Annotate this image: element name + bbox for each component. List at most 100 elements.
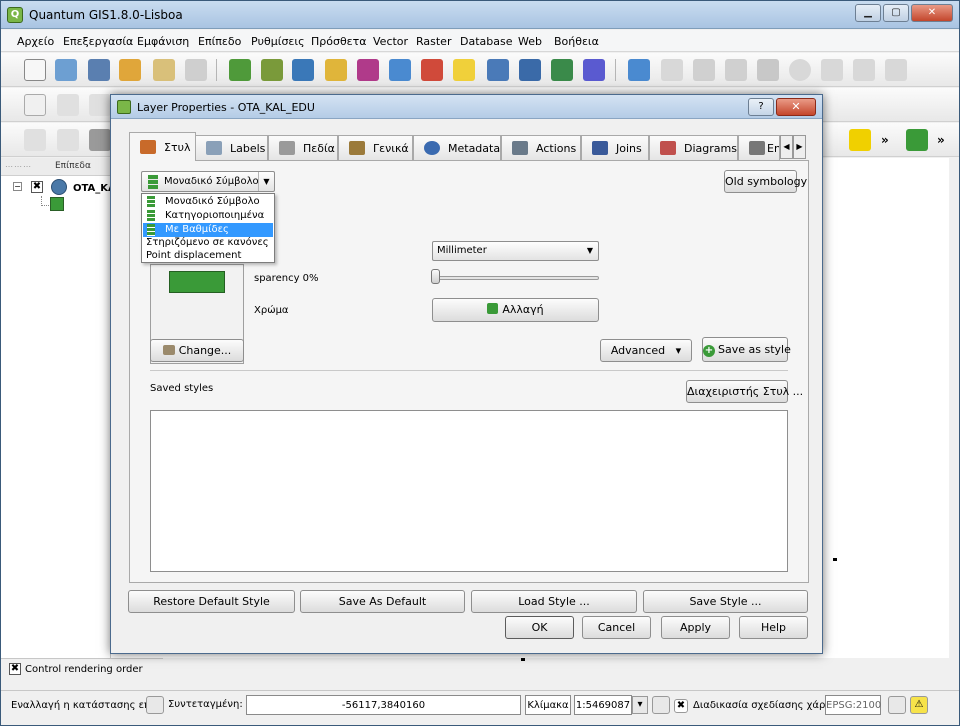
add-wms-layer-icon[interactable]: [389, 59, 411, 81]
renderer-option-graduated[interactable]: Με Βαθμίδες: [143, 223, 273, 237]
apply-button[interactable]: Apply: [661, 616, 730, 639]
style-manager-button[interactable]: Διαχειριστής Στυλ ...: [686, 380, 803, 403]
tab-general[interactable]: Γενικά: [338, 135, 413, 160]
dropdown-arrow-icon[interactable]: ▼: [582, 242, 598, 260]
tab-diagrams[interactable]: Diagrams: [649, 135, 738, 160]
save-edits-icon[interactable]: [661, 59, 683, 81]
new-shapefile-icon[interactable]: [453, 59, 475, 81]
save-project-icon[interactable]: [88, 59, 110, 81]
menu-raster[interactable]: Raster: [416, 35, 451, 48]
tree-collapse-icon[interactable]: −: [13, 182, 22, 191]
toolbar-overflow-arrow[interactable]: »: [881, 133, 889, 147]
menu-edit[interactable]: Επεξεργασία: [63, 35, 133, 48]
add-postgis-layer-icon[interactable]: [292, 59, 314, 81]
close-window-button[interactable]: ✕: [911, 4, 953, 22]
coordinate-field[interactable]: -56117,3840160: [246, 695, 521, 715]
copy-features-icon[interactable]: [853, 59, 875, 81]
stop-rendering-icon[interactable]: [652, 696, 670, 714]
renderer-option-point-displacement[interactable]: Point displacement: [143, 249, 273, 263]
menu-layer[interactable]: Επίπεδο: [198, 35, 241, 48]
load-style-button[interactable]: Load Style ...: [471, 590, 637, 613]
render-checkbox[interactable]: ✖: [674, 699, 688, 713]
help-button[interactable]: Help: [739, 616, 808, 639]
add-wfs-layer-icon[interactable]: [583, 59, 605, 81]
undo-icon[interactable]: [24, 129, 46, 151]
tab-fields[interactable]: Πεδία: [268, 135, 338, 160]
add-wcs-layer-icon[interactable]: [421, 59, 443, 81]
minimize-button[interactable]: ▁: [855, 4, 881, 22]
labeling-icon[interactable]: [24, 94, 46, 116]
tab-scroll-right-icon[interactable]: ▶: [793, 135, 806, 159]
add-feature-icon[interactable]: [693, 59, 715, 81]
menu-file[interactable]: Αρχείο: [17, 35, 54, 48]
renderer-select[interactable]: Μοναδικό Σύμβολο ▼: [141, 171, 275, 192]
redo-icon[interactable]: [57, 129, 79, 151]
menu-web[interactable]: Web: [518, 35, 542, 48]
menu-settings[interactable]: Ρυθμίσεις: [251, 35, 305, 48]
projection-icon[interactable]: [888, 696, 906, 714]
add-gpx-icon[interactable]: [551, 59, 573, 81]
move-feature-icon[interactable]: [725, 59, 747, 81]
scale-field[interactable]: 1:5469087: [574, 695, 632, 715]
tab-labels[interactable]: Labels: [195, 135, 268, 160]
maximize-button[interactable]: ▢: [883, 4, 909, 22]
change-label-icon[interactable]: [89, 94, 111, 116]
add-vector-layer-icon[interactable]: [229, 59, 251, 81]
menu-help[interactable]: Βοήθεια: [554, 35, 599, 48]
restore-default-style-button[interactable]: Restore Default Style: [128, 590, 295, 613]
dropdown-arrow-icon[interactable]: ▼: [258, 172, 274, 191]
menu-view[interactable]: Εμφάνιση: [137, 35, 189, 48]
open-project-icon[interactable]: [55, 59, 77, 81]
menu-plugins[interactable]: Πρόσθετα: [311, 35, 367, 48]
cut-features-icon[interactable]: [821, 59, 843, 81]
toggle-editing-icon[interactable]: [628, 59, 650, 81]
units-select[interactable]: Millimeter ▼: [432, 241, 599, 261]
renderer-option-rule-based[interactable]: Στηριζόμενο σε κανόνες: [143, 236, 273, 250]
plugin-icon[interactable]: [906, 129, 928, 151]
tab-joins[interactable]: Joins: [581, 135, 649, 160]
dialog-help-button[interactable]: ?: [748, 98, 774, 116]
change-symbol-button[interactable]: Change...: [150, 339, 244, 362]
control-rendering-order-checkbox[interactable]: ✖: [9, 663, 21, 675]
add-delimited-text-icon[interactable]: [519, 59, 541, 81]
add-mssql-layer-icon[interactable]: [357, 59, 379, 81]
ok-button[interactable]: OK: [505, 616, 574, 639]
transparency-slider[interactable]: [432, 276, 599, 280]
delete-selected-icon[interactable]: [789, 59, 811, 81]
scale-dropdown-arrow-icon[interactable]: ▾: [632, 696, 648, 714]
node-tool-icon[interactable]: [757, 59, 779, 81]
dialog-close-button[interactable]: ✕: [776, 98, 816, 116]
tab-extra[interactable]: En: [738, 135, 780, 160]
simplify-feature-icon[interactable]: [89, 129, 111, 151]
new-project-icon[interactable]: [24, 59, 46, 81]
tab-scroll-left-icon[interactable]: ◀: [780, 135, 793, 159]
advanced-button[interactable]: Advanced ▾: [600, 339, 692, 362]
print-icon[interactable]: [185, 59, 207, 81]
old-symbology-button[interactable]: Old symbology: [724, 170, 807, 193]
tab-actions[interactable]: Actions: [501, 135, 581, 160]
tab-metadata[interactable]: Metadata: [413, 135, 501, 160]
menu-database[interactable]: Database: [460, 35, 513, 48]
layer-visibility-checkbox[interactable]: ✖: [31, 181, 43, 193]
warning-icon[interactable]: ⚠: [910, 696, 928, 714]
remove-layer-icon[interactable]: [487, 59, 509, 81]
paste-features-icon[interactable]: [885, 59, 907, 81]
save-as-icon[interactable]: [119, 59, 141, 81]
save-as-default-button[interactable]: Save As Default: [300, 590, 465, 613]
print-composer-icon[interactable]: [153, 59, 175, 81]
tab-style[interactable]: Στυλ: [129, 132, 196, 161]
menu-vector[interactable]: Vector: [373, 35, 408, 48]
epsg-field[interactable]: EPSG:2100: [825, 695, 881, 715]
cancel-button[interactable]: Cancel: [582, 616, 651, 639]
toolbar-overflow-arrow[interactable]: »: [937, 133, 945, 147]
add-raster-layer-icon[interactable]: [261, 59, 283, 81]
renderer-option-single-symbol[interactable]: Μοναδικό Σύμβολο: [143, 195, 273, 209]
d2s-plugin-icon[interactable]: [849, 129, 871, 151]
rotate-label-icon[interactable]: [57, 94, 79, 116]
save-as-style-button[interactable]: + Save as style: [702, 337, 791, 362]
change-color-button[interactable]: Αλλαγή: [432, 298, 599, 322]
add-spatialite-layer-icon[interactable]: [325, 59, 347, 81]
transparency-slider-handle[interactable]: [431, 269, 440, 284]
toggle-coordinates-icon[interactable]: [146, 696, 164, 714]
renderer-option-categorized[interactable]: Κατηγοριοποιημένα: [143, 209, 273, 223]
